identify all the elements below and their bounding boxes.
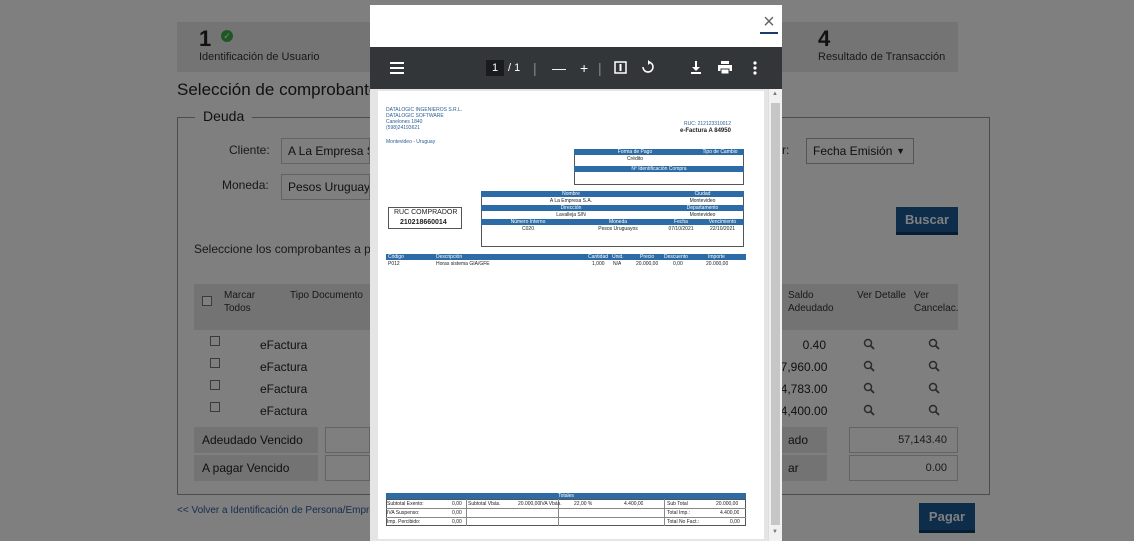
forma-pago-header: Forma de Pago — [574, 149, 696, 155]
tot-total-imp-label: Total Imp.: — [667, 510, 691, 516]
vencimiento-header: Vencimiento — [701, 219, 744, 225]
tot-iva-suspenso-label: IVA Suspenso: — [387, 510, 420, 516]
tot-total-no-fact-label: Total No Fact.: — [667, 519, 700, 525]
line-codigo: P012 — [388, 261, 400, 267]
fecha-header: Fecha — [661, 219, 701, 225]
moneda-value: Pesos Uruguayos — [598, 226, 638, 232]
zoom-in-icon[interactable]: + — [580, 57, 588, 79]
totales-row-line — [386, 517, 746, 518]
print-icon[interactable] — [718, 61, 732, 74]
more-options-icon[interactable] — [753, 61, 757, 75]
nombre-header: Nombre — [481, 191, 661, 197]
issuer-line: (598)24193621 — [386, 125, 420, 131]
download-icon[interactable] — [690, 61, 702, 74]
tot-subtotal-vbas-value: 20.000,00 — [518, 501, 541, 507]
tot-imp-percibido-value: 0,00 — [452, 519, 462, 525]
line-header-descuento: Descuento — [664, 254, 688, 260]
scroll-down-icon[interactable]: ▼ — [772, 529, 778, 535]
page-number-input[interactable]: 1 — [486, 60, 504, 76]
tot-subtotal-value: 20.000,00 — [716, 501, 739, 507]
scroll-up-icon[interactable]: ▲ — [772, 91, 778, 97]
tot-iva-suspenso-value: 0,00 — [452, 510, 462, 516]
forma-pago-value: Crédito — [626, 156, 644, 162]
line-header-importe: Importe — [708, 254, 725, 260]
tot-total-no-fact-value: 0,00 — [730, 519, 740, 525]
totales-row-line — [386, 508, 746, 509]
line-descripcion: Horas sistema GIA/GFE — [436, 261, 490, 267]
pdf-viewport[interactable]: DATALOGIC INGENIEROS S.R.L. DATALOGIC SO… — [370, 89, 782, 541]
line-importe: 20.000,00 — [706, 261, 729, 267]
tot-iva-vbas-label: IVA Vbás. — [540, 501, 562, 507]
tot-subtotal-label: Sub Total — [667, 501, 688, 507]
nombre-value: A La Empresa S.A. — [549, 198, 593, 204]
tot-subtotal-exento-value: 0,00 — [452, 501, 462, 507]
document-number: e-Factura A 84950 — [680, 128, 731, 134]
line-header-precio: Precio — [640, 254, 655, 260]
id-compra-header: Nº Identificación Compra — [574, 166, 744, 172]
fit-page-icon[interactable] — [614, 61, 627, 74]
line-cantidad: 1,000 — [592, 261, 605, 267]
line-descuento: 0,00 — [673, 261, 683, 267]
tot-iva-vbas-value: 4.400,00 — [624, 501, 644, 507]
pdf-scrollbar[interactable]: ▲ ▼ — [768, 89, 782, 541]
ciudad-header: Ciudad — [661, 191, 744, 197]
tot-iva-vbas-rate: 22,00 % — [574, 501, 593, 507]
scrollbar-thumb[interactable] — [771, 103, 780, 525]
totales-col-line — [466, 499, 467, 526]
close-icon[interactable]: × — [760, 12, 778, 34]
line-unid: N/A — [613, 261, 622, 267]
vencimiento-value: 22/10/2021 — [709, 226, 736, 232]
rotate-icon[interactable] — [641, 60, 655, 74]
tipo-cambio-header: Tipo de Cambio — [696, 149, 744, 155]
line-precio: 20.000,00 — [636, 261, 659, 267]
line-header-cantidad: Cantidad — [588, 254, 609, 260]
tot-total-imp-value: 4.400,00 — [720, 510, 740, 516]
pdf-toolbar: 1 / 1 | — + | — [370, 47, 782, 89]
departamento-value: Montevideo — [689, 212, 716, 218]
toolbar-divider: | — [533, 60, 537, 76]
issuer-ruc: RUC: 212123310012 — [684, 121, 731, 127]
line-header-unid: Unid. — [612, 254, 624, 260]
direccion-header: Dirección — [481, 205, 661, 211]
page-total: / 1 — [508, 62, 521, 74]
line-header-codigo: Código — [388, 254, 404, 260]
menu-icon[interactable] — [390, 62, 404, 74]
tot-imp-percibido-label: Imp. Percibido: — [387, 519, 421, 525]
pdf-page: DATALOGIC INGENIEROS S.R.L. DATALOGIC SO… — [378, 91, 764, 539]
numero-interno-header: Número Interno — [481, 219, 575, 225]
tot-subtotal-vbas-label: Subtotal Vbás. — [468, 501, 501, 507]
ruc-comprador-label: RUC COMPRADOR — [394, 209, 458, 216]
toolbar-divider: | — [598, 60, 602, 76]
direccion-value: Lavalleja S/N — [556, 212, 586, 218]
tot-subtotal-exento-label: Subtotal Exento: — [387, 501, 424, 507]
ruc-comprador-value: 210218660014 — [400, 219, 447, 226]
ciudad-value: Montevideo — [689, 198, 716, 204]
moneda-header: Moneda — [575, 219, 661, 225]
issuer-line: Montevideo - Uruguay — [386, 139, 436, 145]
line-header-descripcion: Descripción — [436, 254, 463, 260]
totales-col-line — [664, 499, 665, 526]
numero-interno-value: C020 — [522, 226, 534, 232]
fecha-value: 07/10/2021 — [668, 226, 694, 232]
departamento-header: Departamento — [661, 205, 744, 211]
zoom-out-icon[interactable]: — — [552, 57, 566, 79]
